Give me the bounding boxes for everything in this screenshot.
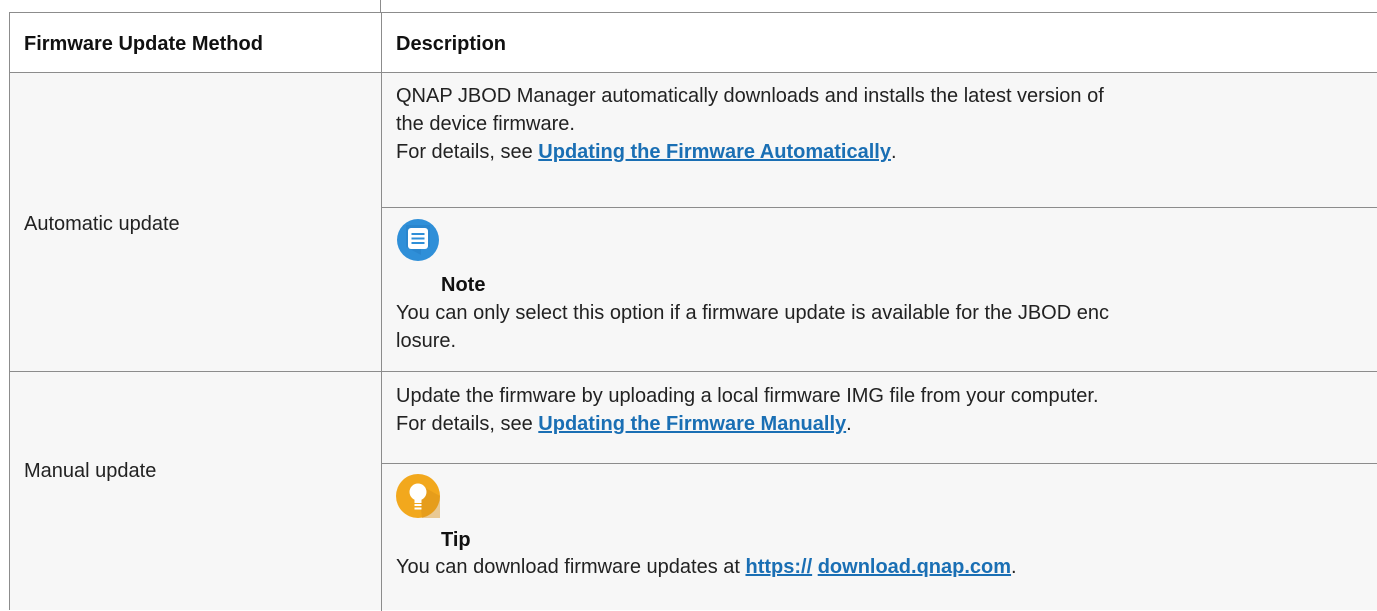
row1-description: QNAP JBOD Manager automatically download… <box>396 82 1104 166</box>
link-https[interactable]: https:// <box>745 556 812 578</box>
note-icon <box>397 219 439 266</box>
link-updating-firmware-manually[interactable]: Updating the Firmware Manually <box>538 413 846 435</box>
row1-details: For details, see Updating the Firmware A… <box>396 138 1104 166</box>
tip-label: Tip <box>441 529 471 551</box>
lightbulb-icon <box>396 474 440 523</box>
row1-desc-line2: the device firmware. <box>396 113 575 135</box>
tip-text: You can download firmware updates at htt… <box>396 553 1017 581</box>
row2-description: Update the firmware by uploading a local… <box>396 382 1099 438</box>
row1-desc-line1: QNAP JBOD Manager automatically download… <box>396 85 1104 107</box>
header-tick <box>380 0 381 12</box>
header-method: Firmware Update Method <box>24 33 263 55</box>
header-description: Description <box>396 33 507 55</box>
note-line2: losure. <box>396 330 457 352</box>
row-method-manual: Manual update <box>24 460 157 482</box>
note-text: You can only select this option if a fir… <box>396 299 1109 355</box>
link-updating-firmware-automatically[interactable]: Updating the Firmware Automatically <box>538 141 891 163</box>
column-divider <box>381 13 382 611</box>
header-divider <box>10 72 1377 73</box>
firmware-update-table: Firmware Update Method Description Autom… <box>9 12 1377 611</box>
row1-subdivider <box>382 207 1377 208</box>
link-download-qnap[interactable]: download.qnap.com <box>818 556 1011 578</box>
row2-details-suffix: . <box>846 413 852 435</box>
note-line1: You can only select this option if a fir… <box>396 302 1109 324</box>
tip-prefix: You can download firmware updates at <box>396 556 746 578</box>
row2-details: For details, see Updating the Firmware M… <box>396 410 1099 438</box>
row2-subdivider <box>382 463 1377 464</box>
tip-suffix: . <box>1011 556 1017 578</box>
row1-details-prefix: For details, see <box>396 141 539 163</box>
row1-details-suffix: . <box>890 141 897 163</box>
note-label: Note <box>441 274 486 296</box>
row-method-automatic: Automatic update <box>24 213 180 235</box>
row2-desc-line1: Update the firmware by uploading a local… <box>396 385 1099 407</box>
row-divider <box>10 371 1377 372</box>
row2-details-prefix: For details, see <box>396 413 539 435</box>
